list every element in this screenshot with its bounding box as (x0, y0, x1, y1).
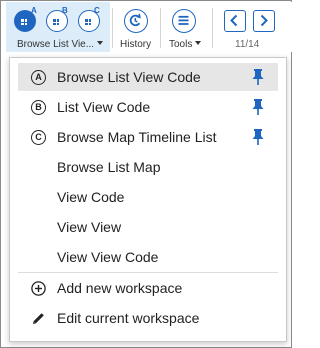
toolbar-divider (112, 8, 113, 48)
tools-button[interactable]: Tools (164, 2, 204, 52)
workspace-a-letter: A (31, 6, 37, 15)
window-frame: A B C Browse List Vie... History Tools 1… (0, 0, 292, 348)
chevron-right-icon (260, 14, 268, 27)
workspace-c-circle-icon: C (31, 130, 46, 145)
menu-item-label: Browse List Map (57, 159, 161, 175)
menu-item-workspace-c[interactable]: C Browse Map Timeline List (18, 123, 278, 151)
menu-item-workspace[interactable]: View View (18, 213, 278, 241)
workspace-a-circle-icon: A (31, 70, 46, 85)
menu-item-workspace[interactable]: Browse List Map (18, 153, 278, 181)
page-indicator: 11/14 (235, 39, 260, 50)
chevron-down-icon (195, 41, 202, 46)
edit-workspace-button[interactable]: Edit current workspace (18, 304, 278, 332)
menu-item-label: View Code (57, 189, 125, 205)
pin-icon[interactable] (251, 98, 265, 116)
history-button[interactable]: History (116, 2, 156, 52)
menu-item-label: Edit current workspace (57, 310, 200, 326)
plus-circle-icon (31, 281, 46, 296)
menu-item-workspace[interactable]: View View Code (18, 243, 278, 271)
menu-item-label: View View Code (57, 249, 159, 265)
menu-item-label: List View Code (57, 99, 151, 115)
menu-item-workspace-b[interactable]: B List View Code (18, 93, 278, 121)
tools-label-wrap: Tools (169, 39, 202, 50)
workspace-dropdown-menu: A Browse List View Code B List View Code… (9, 57, 287, 342)
menu-item-label: Add new workspace (57, 280, 183, 296)
workspace-label-wrap: Browse List Vie... (17, 39, 104, 50)
previous-page-button[interactable] (224, 10, 246, 32)
workspace-b-circle-icon: B (31, 100, 46, 115)
tools-label: Tools (169, 39, 193, 50)
menu-item-label: Browse List View Code (57, 69, 201, 85)
pin-icon[interactable] (251, 68, 265, 86)
history-label: History (120, 39, 152, 50)
menu-lines-icon (172, 9, 196, 33)
pin-icon[interactable] (251, 128, 265, 146)
menu-divider (18, 272, 278, 273)
workspace-c-letter: C (94, 6, 100, 15)
toolbar-divider (212, 8, 213, 48)
toolbar-divider (160, 8, 161, 48)
menu-item-workspace[interactable]: View Code (18, 183, 278, 211)
chevron-down-icon (97, 41, 104, 46)
pencil-icon (33, 313, 44, 324)
next-page-button[interactable] (253, 10, 275, 32)
history-icon (124, 9, 148, 33)
menu-item-label: View View (57, 219, 122, 235)
add-workspace-button[interactable]: Add new workspace (18, 274, 278, 302)
menu-item-label: Browse Map Timeline List (57, 129, 217, 145)
workspace-switcher-button[interactable]: A B C Browse List Vie... (6, 2, 110, 52)
workspace-b-letter: B (62, 6, 68, 15)
menu-item-workspace-a[interactable]: A Browse List View Code (18, 63, 278, 91)
chevron-left-icon (230, 14, 238, 27)
workspace-label: Browse List Vie... (17, 39, 95, 50)
toolbar: A B C Browse List Vie... History Tools 1… (2, 2, 292, 52)
